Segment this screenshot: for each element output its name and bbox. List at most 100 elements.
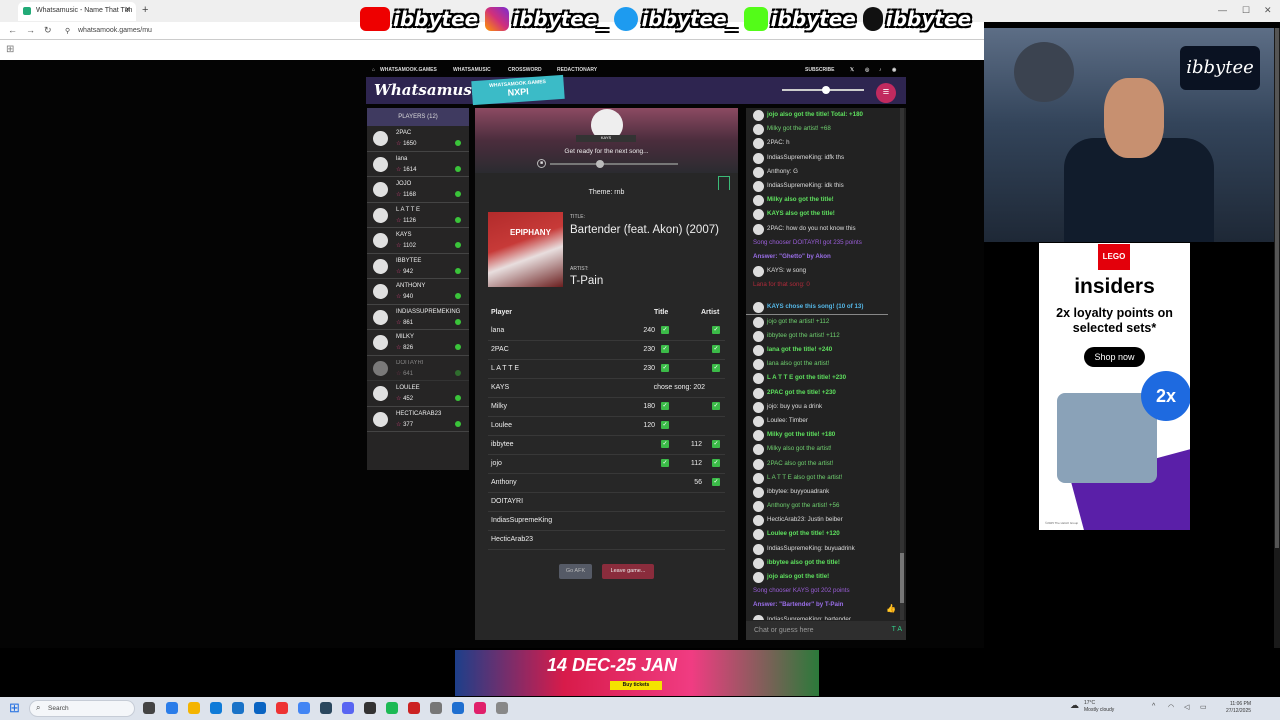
- obs-icon[interactable]: [364, 702, 376, 714]
- thumbs-up-icon[interactable]: 👍: [886, 604, 896, 613]
- subscribe-link[interactable]: SUBSCRIBE: [805, 67, 834, 73]
- leave-game-button[interactable]: Leave game...: [602, 564, 654, 579]
- song-progress[interactable]: [550, 160, 678, 168]
- chat-scrollbar[interactable]: [900, 108, 904, 620]
- minimize-icon[interactable]: —: [1218, 5, 1227, 15]
- player-row[interactable]: IBBYTEE ☆ 942: [367, 254, 469, 279]
- maximize-icon[interactable]: ☐: [1242, 5, 1250, 16]
- wifi-icon[interactable]: ◠: [1168, 703, 1174, 711]
- star-icon: ☆: [396, 396, 402, 402]
- weather-widget[interactable]: ☁ 17°C Mostly cloudy: [1070, 700, 1114, 714]
- player-name: MILKY: [396, 334, 415, 340]
- bookmark-icon[interactable]: [718, 176, 730, 190]
- ad-photo: [1057, 393, 1157, 483]
- col-player: Player: [491, 309, 513, 316]
- chat-message: ibbytee also got the title!: [746, 556, 898, 570]
- browser-tab[interactable]: Whatsamusic - Name That Tun ✕: [18, 2, 136, 21]
- twitter-icon[interactable]: 𝕏: [850, 67, 854, 73]
- task-view-icon[interactable]: [143, 702, 155, 714]
- player-row[interactable]: MILKY ☆ 826: [367, 330, 469, 356]
- cricket-ad[interactable]: 14 DEC-25 JAN Buy tickets: [455, 650, 819, 696]
- chat-message: ibbytee got the artist! +112: [746, 329, 898, 343]
- player-row[interactable]: HECTICARAB23 ☆ 377: [367, 407, 469, 432]
- taskbar-search[interactable]: ⌕ Search: [29, 700, 135, 717]
- app-icon[interactable]: [408, 702, 420, 714]
- volume-icon[interactable]: ◁: [1184, 703, 1189, 711]
- new-tab-icon[interactable]: +: [142, 4, 148, 16]
- player-row[interactable]: LOULEE ☆ 452: [367, 381, 469, 407]
- discord-icon[interactable]: ◉: [892, 67, 896, 73]
- title-points: 120: [643, 422, 655, 429]
- page-scrollbar[interactable]: [1274, 28, 1280, 648]
- instagram-icon[interactable]: ◎: [865, 67, 869, 73]
- lego-ad[interactable]: LEGO insiders 2x loyalty points on selec…: [1039, 243, 1190, 530]
- score-player: ibbytee: [491, 441, 514, 448]
- volume-slider[interactable]: [782, 86, 864, 94]
- player-row[interactable]: KAYS ☆ 1102: [367, 228, 469, 254]
- gear-icon[interactable]: [496, 702, 508, 714]
- player-row[interactable]: lana ☆ 1614: [367, 152, 469, 177]
- player-row[interactable]: ANTHONY ☆ 940: [367, 279, 469, 305]
- player-name: INDIASSUPREMEKING: [396, 308, 461, 315]
- outlook-icon[interactable]: [254, 702, 266, 714]
- site-logo[interactable]: Whatsamusic: [374, 81, 487, 99]
- title-check-icon: ✓: [661, 345, 669, 353]
- store-icon[interactable]: [232, 702, 244, 714]
- discord-app-icon[interactable]: [342, 702, 354, 714]
- stop-icon[interactable]: ■: [537, 159, 546, 168]
- edge-icon[interactable]: [210, 702, 222, 714]
- chat-divider: [746, 292, 898, 300]
- nav-whatsamusic[interactable]: WHATSAMUSIC: [453, 67, 491, 73]
- buy-tickets-button[interactable]: Buy tickets: [610, 681, 662, 690]
- player-row[interactable]: JOJO ☆ 1168: [367, 177, 469, 203]
- clock[interactable]: 11:06 PM 27/12/2025: [1226, 701, 1251, 715]
- nav-redactionary[interactable]: REDACTIONARY: [557, 67, 597, 73]
- back-icon[interactable]: ←: [8, 25, 17, 35]
- spotify-icon[interactable]: [386, 702, 398, 714]
- home-icon[interactable]: ⌂: [372, 67, 375, 73]
- close-tab-icon[interactable]: ✕: [124, 5, 131, 14]
- nav-whatsamook[interactable]: WHATSAMOOK.GAMES: [380, 67, 437, 73]
- hamburger-icon[interactable]: ≡: [876, 83, 896, 103]
- player-row[interactable]: DOITAYRI ☆ 641: [367, 356, 469, 381]
- tray-chevron-icon[interactable]: ^: [1152, 703, 1155, 710]
- tab-title: Whatsamusic - Name That Tun: [36, 7, 133, 14]
- chat-avatar: [753, 316, 764, 328]
- chat-text: ibbytee: buyyouadrank: [767, 487, 830, 495]
- settings-icon[interactable]: [430, 702, 442, 714]
- site-info-icon[interactable]: ⚲: [65, 27, 70, 35]
- copilot-icon[interactable]: [166, 702, 178, 714]
- volume-slider-handle[interactable]: [822, 86, 830, 94]
- chat-scroll-thumb[interactable]: [900, 553, 904, 603]
- player-score: ☆ 1126: [396, 217, 416, 224]
- go-afk-button[interactable]: Go AFK: [559, 564, 592, 579]
- brave-icon[interactable]: [276, 702, 288, 714]
- shop-now-button[interactable]: Shop now: [1084, 347, 1145, 367]
- song-progress-handle[interactable]: [596, 160, 604, 168]
- steam-icon[interactable]: [320, 702, 332, 714]
- player-row[interactable]: INDIASSUPREMEKING ☆ 861: [367, 305, 469, 330]
- chat-text: lana also got the artist!: [767, 360, 830, 368]
- taskbar-search-label: Search: [48, 705, 69, 712]
- chrome-icon[interactable]: [298, 702, 310, 714]
- apps-grid-icon[interactable]: ⊞: [6, 44, 14, 55]
- nav-crossword[interactable]: CROSSWORD: [508, 67, 542, 73]
- close-window-icon[interactable]: ✕: [1264, 5, 1272, 16]
- battery-icon[interactable]: ▭: [1200, 703, 1207, 711]
- game-code-badge[interactable]: WHATSAMOOK.GAMES NXPI: [471, 74, 565, 106]
- vscode-icon[interactable]: [452, 702, 464, 714]
- text-size-icon[interactable]: T A: [892, 626, 902, 633]
- players-header: PLAYERS (12): [367, 108, 469, 126]
- forward-icon[interactable]: →: [26, 25, 35, 35]
- chat-text: jojo: buy you a drink: [767, 402, 823, 410]
- windows-start-icon[interactable]: ⊞: [9, 701, 22, 714]
- tiktok-app-icon[interactable]: [474, 702, 486, 714]
- page-scroll-thumb[interactable]: [1275, 28, 1279, 548]
- avatar: [373, 309, 388, 325]
- player-row[interactable]: L A T T E ☆ 1126: [367, 203, 469, 228]
- player-row[interactable]: 2PAC ☆ 1650: [367, 126, 469, 152]
- reload-icon[interactable]: ↻: [44, 25, 52, 36]
- tiktok-icon[interactable]: ♪: [879, 67, 882, 73]
- file-explorer-icon[interactable]: [188, 702, 200, 714]
- chat-input[interactable]: Chat or guess here T A: [746, 621, 906, 640]
